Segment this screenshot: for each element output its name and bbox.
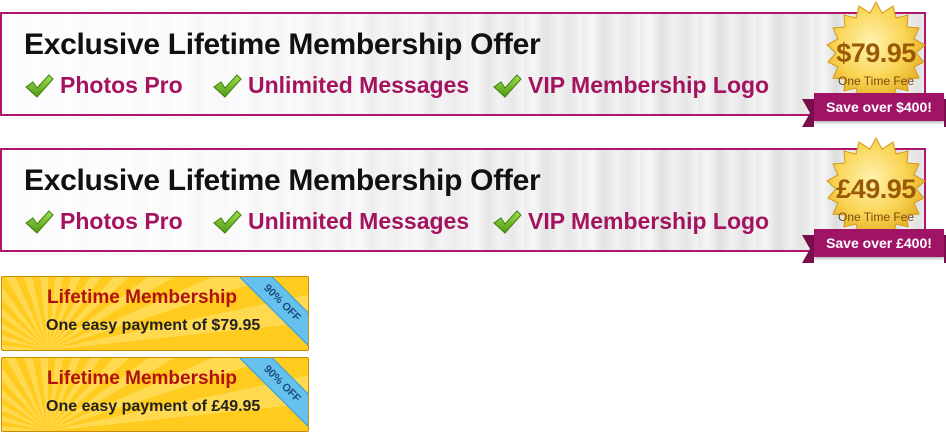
lifetime-membership-card-usd[interactable]: Lifetime Membership One easy payment of …	[1, 276, 309, 351]
feature-photos-pro: Photos Pro	[24, 72, 183, 99]
lifetime-membership-card-gbp[interactable]: Lifetime Membership One easy payment of …	[1, 357, 309, 432]
card-subtitle: One easy payment of $79.95	[46, 317, 261, 334]
feature-list: Photos Pro Unlimited Messages VIP Member…	[24, 208, 784, 242]
price-amount: £49.95	[836, 174, 916, 204]
offer-banner-usd[interactable]: Exclusive Lifetime Membership Offer Phot…	[0, 0, 946, 127]
checkmark-icon	[492, 209, 522, 235]
feature-list: Photos Pro Unlimited Messages VIP Member…	[24, 72, 784, 106]
checkmark-icon	[492, 73, 522, 99]
offer-banner-gbp[interactable]: Exclusive Lifetime Membership Offer Phot…	[0, 136, 946, 263]
feature-unlimited-messages: Unlimited Messages	[212, 208, 469, 235]
fee-label: One Time Fee	[837, 74, 915, 88]
checkmark-icon	[212, 73, 242, 99]
savings-ribbon: Save over $400!	[802, 93, 946, 127]
savings-ribbon: Save over £400!	[802, 229, 946, 263]
checkmark-icon	[24, 73, 54, 99]
price-seal[interactable]: £49.95 One Time Fee Save over £400!	[802, 136, 946, 270]
feature-unlimited-messages: Unlimited Messages	[212, 72, 469, 99]
card-title: Lifetime Membership	[47, 368, 238, 389]
feature-vip-logo: VIP Membership Logo	[492, 208, 769, 235]
discount-corner-ribbon: 90% OFF	[239, 277, 308, 346]
fee-label: One Time Fee	[837, 210, 915, 224]
checkmark-icon	[212, 209, 242, 235]
feature-photos-pro: Photos Pro	[24, 208, 183, 235]
discount-corner-ribbon: 90% OFF	[239, 358, 308, 427]
card-subtitle: One easy payment of £49.95	[46, 398, 261, 415]
card-title: Lifetime Membership	[47, 287, 238, 308]
checkmark-icon	[24, 209, 54, 235]
price-amount: $79.95	[836, 38, 916, 68]
feature-label: VIP Membership Logo	[528, 208, 770, 234]
feature-label: Unlimited Messages	[248, 208, 470, 234]
feature-label: Photos Pro	[60, 72, 183, 98]
offer-title: Exclusive Lifetime Membership Offer	[24, 28, 541, 61]
feature-vip-logo: VIP Membership Logo	[492, 72, 769, 99]
feature-label: Photos Pro	[60, 208, 183, 234]
feature-label: Unlimited Messages	[248, 72, 470, 98]
feature-label: VIP Membership Logo	[528, 72, 770, 98]
price-seal[interactable]: $79.95 One Time Fee Save over $400!	[802, 0, 946, 134]
offer-title: Exclusive Lifetime Membership Offer	[24, 164, 541, 197]
